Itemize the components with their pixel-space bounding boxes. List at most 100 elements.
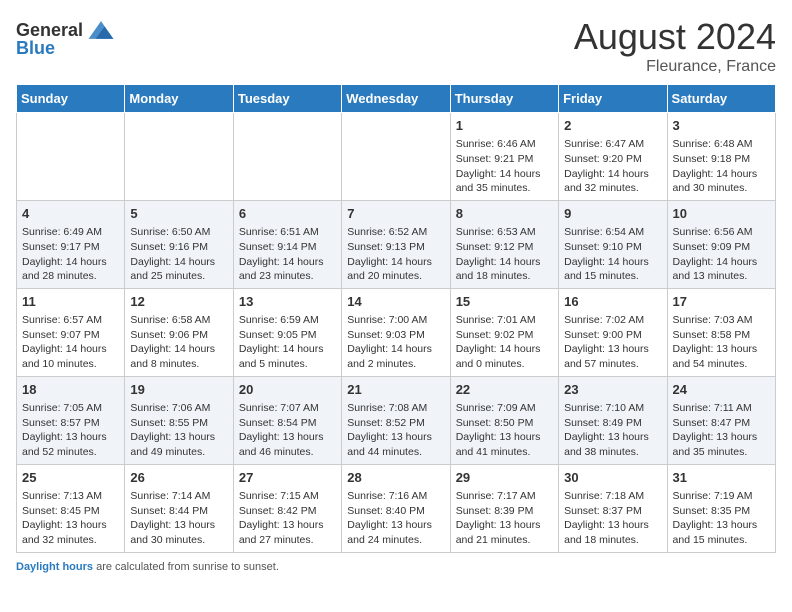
day-info: Sunrise: 7:00 AMSunset: 9:03 PMDaylight:… bbox=[347, 313, 444, 372]
calendar-cell: 22 Sunrise: 7:09 AMSunset: 8:50 PMDayligh… bbox=[450, 376, 558, 464]
day-number: 15 bbox=[456, 293, 553, 311]
calendar-cell: 10 Sunrise: 6:56 AMSunset: 9:09 PMDayligh… bbox=[667, 200, 775, 288]
footer-text: are calculated from sunrise to sunset. bbox=[93, 561, 279, 573]
calendar-cell: 1 Sunrise: 6:46 AMSunset: 9:21 PMDaylight… bbox=[450, 113, 558, 201]
day-number: 24 bbox=[673, 381, 770, 399]
calendar-cell: 3 Sunrise: 6:48 AMSunset: 9:18 PMDaylight… bbox=[667, 113, 775, 201]
day-number: 21 bbox=[347, 381, 444, 399]
day-number: 14 bbox=[347, 293, 444, 311]
calendar-day-header: Thursday bbox=[450, 85, 558, 113]
day-number: 13 bbox=[239, 293, 336, 311]
day-info: Sunrise: 6:51 AMSunset: 9:14 PMDaylight:… bbox=[239, 225, 336, 284]
day-info: Sunrise: 7:01 AMSunset: 9:02 PMDaylight:… bbox=[456, 313, 553, 372]
day-number: 3 bbox=[673, 117, 770, 135]
day-info: Sunrise: 7:14 AMSunset: 8:44 PMDaylight:… bbox=[130, 489, 227, 548]
day-number: 9 bbox=[564, 205, 661, 223]
calendar-cell: 29 Sunrise: 7:17 AMSunset: 8:39 PMDayligh… bbox=[450, 464, 558, 552]
calendar-cell: 14 Sunrise: 7:00 AMSunset: 9:03 PMDayligh… bbox=[342, 288, 450, 376]
calendar-cell: 25 Sunrise: 7:13 AMSunset: 8:45 PMDayligh… bbox=[17, 464, 125, 552]
day-info: Sunrise: 6:59 AMSunset: 9:05 PMDaylight:… bbox=[239, 313, 336, 372]
day-info: Sunrise: 7:09 AMSunset: 8:50 PMDaylight:… bbox=[456, 401, 553, 460]
day-info: Sunrise: 6:58 AMSunset: 9:06 PMDaylight:… bbox=[130, 313, 227, 372]
day-number: 11 bbox=[22, 293, 119, 311]
calendar-cell bbox=[125, 113, 233, 201]
day-info: Sunrise: 6:53 AMSunset: 9:12 PMDaylight:… bbox=[456, 225, 553, 284]
calendar-cell: 6 Sunrise: 6:51 AMSunset: 9:14 PMDaylight… bbox=[233, 200, 341, 288]
day-number: 2 bbox=[564, 117, 661, 135]
calendar-cell: 2Sunrise: 6:47 AMSunset: 9:20 PMDaylight… bbox=[559, 113, 667, 201]
day-number: 5 bbox=[130, 205, 227, 223]
logo-blue: Blue bbox=[16, 38, 55, 59]
day-info: Sunrise: 7:02 AMSunset: 9:00 PMDaylight:… bbox=[564, 313, 661, 372]
logo: General Blue bbox=[16, 16, 117, 59]
day-number: 1 bbox=[456, 117, 553, 135]
day-number: 7 bbox=[347, 205, 444, 223]
day-number: 16 bbox=[564, 293, 661, 311]
calendar-cell: 4Sunrise: 6:49 AMSunset: 9:17 PMDaylight… bbox=[17, 200, 125, 288]
calendar-cell: 5Sunrise: 6:50 AMSunset: 9:16 PMDaylight… bbox=[125, 200, 233, 288]
day-number: 30 bbox=[564, 469, 661, 487]
calendar-header-row: SundayMondayTuesdayWednesdayThursdayFrid… bbox=[17, 85, 776, 113]
calendar-cell: 28 Sunrise: 7:16 AMSunset: 8:40 PMDayligh… bbox=[342, 464, 450, 552]
day-number: 6 bbox=[239, 205, 336, 223]
day-number: 26 bbox=[130, 469, 227, 487]
day-info: Sunrise: 7:07 AMSunset: 8:54 PMDaylight:… bbox=[239, 401, 336, 460]
day-info: Sunrise: 6:46 AMSunset: 9:21 PMDaylight:… bbox=[456, 137, 553, 196]
day-number: 17 bbox=[673, 293, 770, 311]
day-info: Sunrise: 6:49 AMSunset: 9:17 PMDaylight:… bbox=[22, 225, 119, 284]
day-info: Sunrise: 6:57 AMSunset: 9:07 PMDaylight:… bbox=[22, 313, 119, 372]
day-number: 22 bbox=[456, 381, 553, 399]
calendar-cell: 17 Sunrise: 7:03 AMSunset: 8:58 PMDayligh… bbox=[667, 288, 775, 376]
calendar-cell bbox=[233, 113, 341, 201]
day-number: 25 bbox=[22, 469, 119, 487]
day-info: Sunrise: 7:13 AMSunset: 8:45 PMDaylight:… bbox=[22, 489, 119, 548]
day-info: Sunrise: 7:03 AMSunset: 8:58 PMDaylight:… bbox=[673, 313, 770, 372]
calendar-cell: 16 Sunrise: 7:02 AMSunset: 9:00 PMDayligh… bbox=[559, 288, 667, 376]
day-number: 27 bbox=[239, 469, 336, 487]
title-block: August 2024 Fleurance, France bbox=[574, 16, 776, 76]
day-info: Sunrise: 7:19 AMSunset: 8:35 PMDaylight:… bbox=[673, 489, 770, 548]
calendar-cell: 15 Sunrise: 7:01 AMSunset: 9:02 PMDayligh… bbox=[450, 288, 558, 376]
page-header: General Blue August 2024 Fleurance, Fran… bbox=[16, 16, 776, 76]
day-number: 10 bbox=[673, 205, 770, 223]
day-info: Sunrise: 7:06 AMSunset: 8:55 PMDaylight:… bbox=[130, 401, 227, 460]
calendar-cell bbox=[342, 113, 450, 201]
day-info: Sunrise: 6:48 AMSunset: 9:18 PMDaylight:… bbox=[673, 137, 770, 196]
day-info: Sunrise: 7:16 AMSunset: 8:40 PMDaylight:… bbox=[347, 489, 444, 548]
day-info: Sunrise: 7:18 AMSunset: 8:37 PMDaylight:… bbox=[564, 489, 661, 548]
calendar-cell: 20Sunrise: 7:07 AMSunset: 8:54 PMDayligh… bbox=[233, 376, 341, 464]
day-number: 28 bbox=[347, 469, 444, 487]
calendar-cell: 18 Sunrise: 7:05 AMSunset: 8:57 PMDayligh… bbox=[17, 376, 125, 464]
calendar-cell: 9 Sunrise: 6:54 AMSunset: 9:10 PMDaylight… bbox=[559, 200, 667, 288]
calendar-cell: 23Sunrise: 7:10 AMSunset: 8:49 PMDayligh… bbox=[559, 376, 667, 464]
calendar-cell: 30 Sunrise: 7:18 AMSunset: 8:37 PMDayligh… bbox=[559, 464, 667, 552]
day-info: Sunrise: 7:11 AMSunset: 8:47 PMDaylight:… bbox=[673, 401, 770, 460]
day-info: Sunrise: 6:56 AMSunset: 9:09 PMDaylight:… bbox=[673, 225, 770, 284]
calendar-day-header: Monday bbox=[125, 85, 233, 113]
day-number: 23 bbox=[564, 381, 661, 399]
calendar-day-header: Friday bbox=[559, 85, 667, 113]
day-info: Sunrise: 7:15 AMSunset: 8:42 PMDaylight:… bbox=[239, 489, 336, 548]
calendar-cell: 31Sunrise: 7:19 AMSunset: 8:35 PMDayligh… bbox=[667, 464, 775, 552]
day-number: 18 bbox=[22, 381, 119, 399]
day-info: Sunrise: 7:17 AMSunset: 8:39 PMDaylight:… bbox=[456, 489, 553, 548]
calendar-cell: 13 Sunrise: 6:59 AMSunset: 9:05 PMDayligh… bbox=[233, 288, 341, 376]
calendar-cell: 24 Sunrise: 7:11 AMSunset: 8:47 PMDayligh… bbox=[667, 376, 775, 464]
day-info: Sunrise: 7:05 AMSunset: 8:57 PMDaylight:… bbox=[22, 401, 119, 460]
calendar-day-header: Wednesday bbox=[342, 85, 450, 113]
calendar-week-row: 4Sunrise: 6:49 AMSunset: 9:17 PMDaylight… bbox=[17, 200, 776, 288]
calendar-cell: 26 Sunrise: 7:14 AMSunset: 8:44 PMDayligh… bbox=[125, 464, 233, 552]
day-info: Sunrise: 6:54 AMSunset: 9:10 PMDaylight:… bbox=[564, 225, 661, 284]
location: Fleurance, France bbox=[574, 58, 776, 76]
day-number: 29 bbox=[456, 469, 553, 487]
calendar-day-header: Sunday bbox=[17, 85, 125, 113]
day-info: Sunrise: 7:08 AMSunset: 8:52 PMDaylight:… bbox=[347, 401, 444, 460]
month-year: August 2024 bbox=[574, 16, 776, 58]
calendar-cell: 12 Sunrise: 6:58 AMSunset: 9:06 PMDayligh… bbox=[125, 288, 233, 376]
calendar-cell: 21 Sunrise: 7:08 AMSunset: 8:52 PMDayligh… bbox=[342, 376, 450, 464]
calendar-week-row: 18 Sunrise: 7:05 AMSunset: 8:57 PMDayligh… bbox=[17, 376, 776, 464]
calendar-cell: 7Sunrise: 6:52 AMSunset: 9:13 PMDaylight… bbox=[342, 200, 450, 288]
day-number: 8 bbox=[456, 205, 553, 223]
calendar-cell: 19Sunrise: 7:06 AMSunset: 8:55 PMDayligh… bbox=[125, 376, 233, 464]
day-number: 12 bbox=[130, 293, 227, 311]
